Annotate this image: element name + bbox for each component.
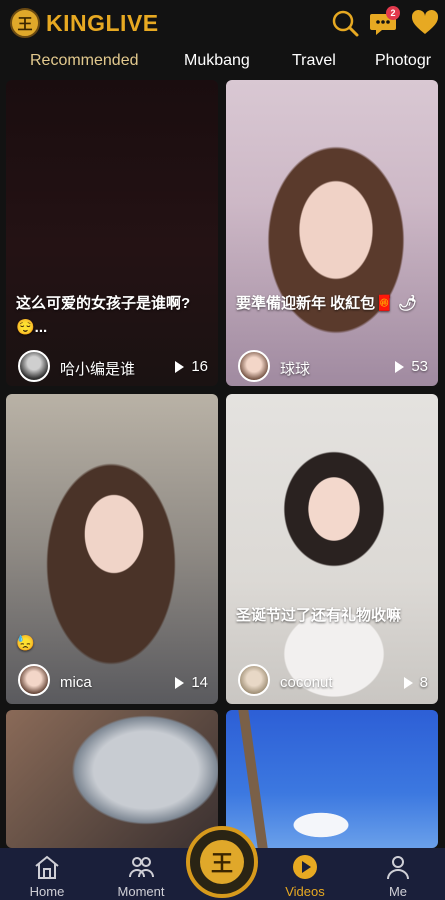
video-thumbnail xyxy=(6,394,218,704)
nav-home[interactable]: Home xyxy=(12,848,82,900)
avatar[interactable] xyxy=(18,664,50,696)
nav-moment[interactable]: Moment xyxy=(106,848,176,900)
play-icon xyxy=(403,676,413,689)
username[interactable]: 球球 xyxy=(280,358,310,379)
nav-me-label: Me xyxy=(388,884,408,899)
video-caption: 圣诞节过了还有礼物收嘛 xyxy=(236,607,402,624)
video-thumbnail xyxy=(226,80,438,386)
username[interactable]: coconut xyxy=(280,674,333,691)
nav-videos[interactable]: Videos xyxy=(270,848,340,900)
view-count-value: 16 xyxy=(191,358,208,375)
category-tabs: Recommended Mukbang Travel Photogr xyxy=(0,48,445,78)
view-count: 16 xyxy=(175,358,208,375)
username[interactable]: 哈小编是谁 xyxy=(60,358,135,379)
video-thumbnail xyxy=(226,394,438,704)
video-card[interactable]: 圣诞节过了还有礼物收嘛 coconut 8 xyxy=(226,394,438,704)
app-logo[interactable]: 王 KINGLIVE xyxy=(10,8,159,38)
play-icon xyxy=(395,360,405,373)
username[interactable]: mica xyxy=(60,674,92,691)
play-icon xyxy=(175,676,185,689)
tab-travel[interactable]: Travel xyxy=(292,52,336,70)
tab-recommended[interactable]: Recommended xyxy=(30,52,139,70)
nav-me[interactable]: Me xyxy=(363,848,433,900)
nav-moment-label: Moment xyxy=(117,884,165,899)
view-count-value: 53 xyxy=(411,358,428,375)
video-thumbnail xyxy=(6,80,218,386)
top-bar: 王 KINGLIVE 2 xyxy=(0,0,445,48)
people-icon xyxy=(129,857,154,878)
center-live-button[interactable]: 王 xyxy=(186,826,258,898)
play-circle-icon xyxy=(293,855,317,879)
play-icon xyxy=(175,360,185,373)
heart-icon[interactable] xyxy=(410,8,440,38)
view-count: 53 xyxy=(395,358,428,375)
avatar[interactable] xyxy=(18,350,50,382)
nav-home-label: Home xyxy=(29,884,65,899)
video-card[interactable] xyxy=(6,710,218,848)
king-logo-icon: 王 xyxy=(10,8,40,38)
message-count-badge: 2 xyxy=(386,6,400,20)
video-caption: 这么可爱的女孩子是谁啊? 😌... xyxy=(16,295,191,336)
video-card[interactable]: 这么可爱的女孩子是谁啊? 😌... 哈小编是谁 16 xyxy=(6,80,218,386)
tab-mukbang[interactable]: Mukbang xyxy=(184,52,250,70)
view-count-value: 8 xyxy=(419,674,428,691)
video-caption: 😓 xyxy=(16,635,35,652)
video-card[interactable] xyxy=(226,710,438,848)
tab-photography[interactable]: Photogr xyxy=(375,52,431,70)
nav-videos-label: Videos xyxy=(285,884,325,899)
view-count: 14 xyxy=(175,674,208,691)
view-count: 8 xyxy=(403,674,428,691)
app-title: KINGLIVE xyxy=(46,9,159,36)
video-thumbnail xyxy=(6,710,218,848)
avatar[interactable] xyxy=(238,664,270,696)
view-count-value: 14 xyxy=(191,674,208,691)
king-logo-icon: 王 xyxy=(200,840,244,884)
search-icon[interactable] xyxy=(330,8,360,38)
video-card[interactable]: 😓 mica 14 xyxy=(6,394,218,704)
home-icon xyxy=(35,855,59,879)
video-card[interactable]: 要準備迎新年 收紅包🧧 🌶 球球 53 xyxy=(226,80,438,386)
person-icon xyxy=(387,856,409,880)
avatar[interactable] xyxy=(238,350,270,382)
video-caption: 要準備迎新年 收紅包🧧 🌶 xyxy=(236,295,418,312)
